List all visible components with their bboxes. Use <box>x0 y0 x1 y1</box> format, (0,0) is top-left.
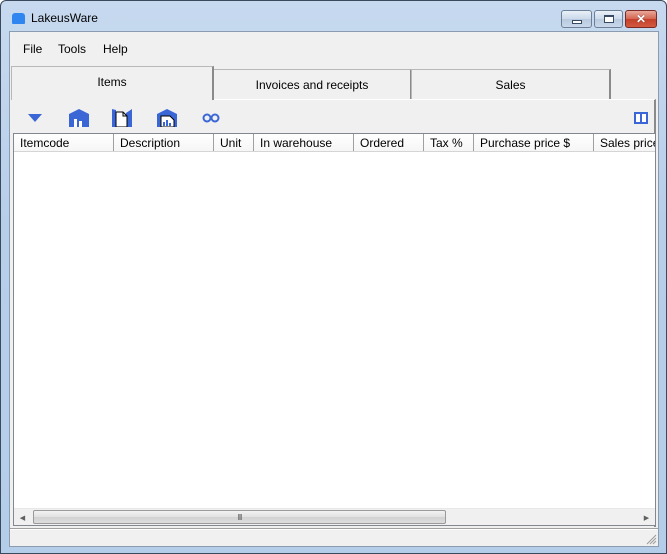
app-icon <box>12 13 25 24</box>
tab-invoices-and-receipts[interactable]: Invoices and receipts <box>213 69 412 100</box>
scroll-thumb[interactable]: III <box>33 510 446 524</box>
dropdown-arrow-icon[interactable] <box>24 108 46 128</box>
items-grid[interactable]: Itemcode Description Unit In warehouse O… <box>13 133 656 526</box>
horizontal-scrollbar[interactable]: ◀ III ▶ <box>14 508 655 525</box>
column-header-itemcode[interactable]: Itemcode <box>14 134 114 151</box>
minimize-icon <box>571 19 582 24</box>
close-icon: ✕ <box>635 12 647 26</box>
maximize-button[interactable] <box>594 10 623 28</box>
link-icon[interactable] <box>200 108 222 128</box>
scroll-grip-icon: III <box>237 512 243 522</box>
client-area: File Tools Help Items Invoices and recei… <box>9 31 659 547</box>
column-header-description[interactable]: Description <box>114 134 214 151</box>
scroll-left-icon: ◀ <box>19 514 26 522</box>
column-header-unit[interactable]: Unit <box>214 134 254 151</box>
scroll-left-button[interactable]: ◀ <box>14 509 31 526</box>
menu-help[interactable]: Help <box>103 42 128 56</box>
maximize-icon <box>603 15 614 23</box>
scroll-right-icon: ▶ <box>643 514 650 522</box>
window-title: LakeusWare <box>31 11 98 25</box>
warehouse-report-icon[interactable] <box>156 108 178 128</box>
tab-sales-label: Sales <box>495 78 526 92</box>
title-bar[interactable]: LakeusWare ✕ <box>1 1 666 31</box>
menu-file[interactable]: File <box>23 42 42 56</box>
tab-sales[interactable]: Sales <box>411 69 611 100</box>
document-icon[interactable] <box>111 108 133 128</box>
resize-grip-icon[interactable] <box>645 533 657 545</box>
status-bar <box>10 528 658 546</box>
tab-invoices-label: Invoices and receipts <box>255 78 369 92</box>
grid-header-row: Itemcode Description Unit In warehouse O… <box>14 134 655 152</box>
warehouse-icon[interactable] <box>68 108 90 128</box>
tab-items-label: Items <box>97 74 127 89</box>
scroll-right-button[interactable]: ▶ <box>638 509 655 526</box>
column-header-sales-price[interactable]: Sales price <box>594 134 655 151</box>
column-header-tax[interactable]: Tax % <box>424 134 474 151</box>
menu-bar: File Tools Help <box>10 32 658 64</box>
column-header-in-warehouse[interactable]: In warehouse <box>254 134 354 151</box>
tab-items[interactable]: Items <box>11 66 214 100</box>
minimize-button[interactable] <box>561 10 592 28</box>
columns-icon[interactable] <box>630 108 652 128</box>
close-button[interactable]: ✕ <box>625 10 657 28</box>
column-header-purchase-price[interactable]: Purchase price $ <box>474 134 594 151</box>
menu-tools[interactable]: Tools <box>58 42 86 56</box>
app-window: LakeusWare ✕ File Tools Help Items Invoi… <box>0 0 667 554</box>
column-header-ordered[interactable]: Ordered <box>354 134 424 151</box>
